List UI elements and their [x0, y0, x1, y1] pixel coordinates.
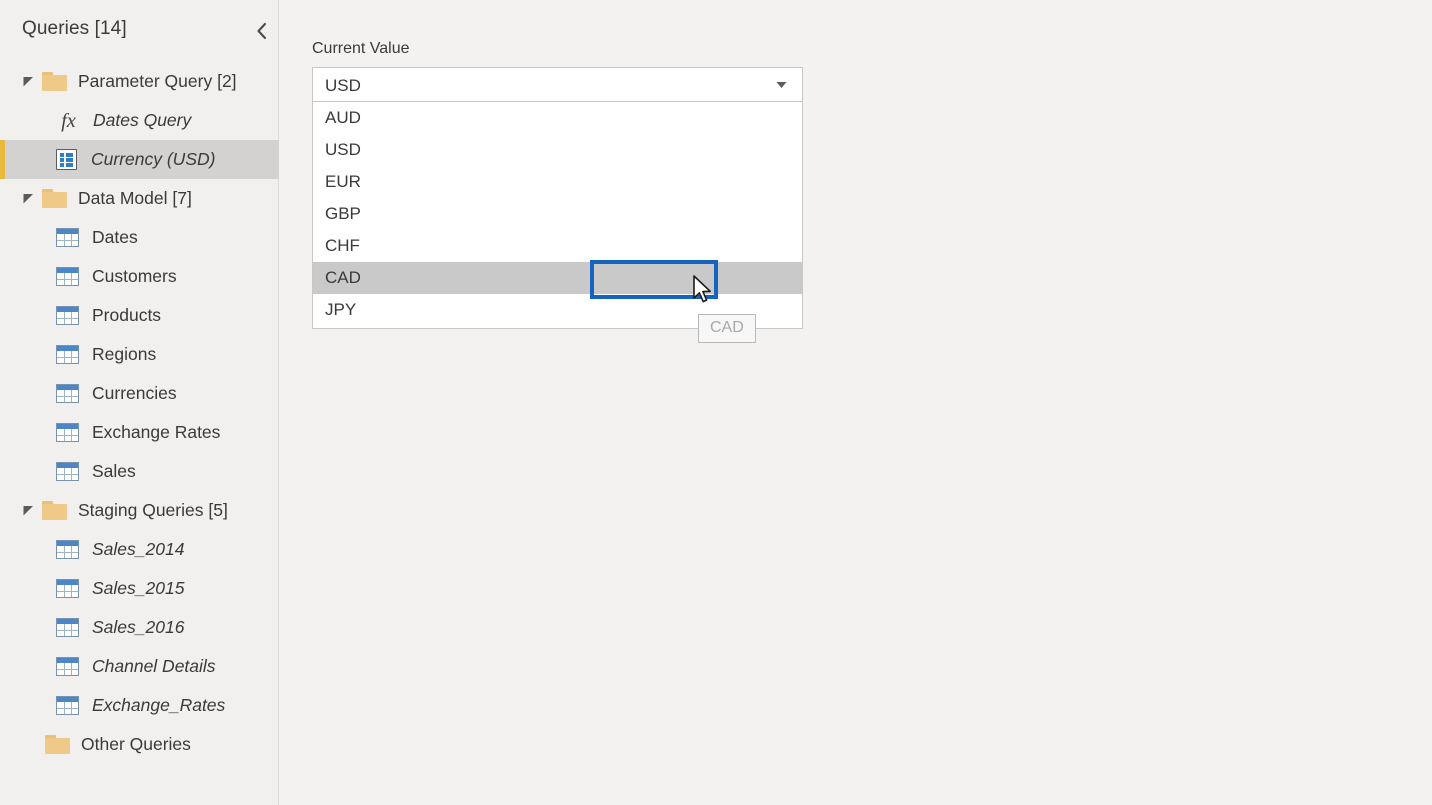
expand-triangle-icon[interactable] — [22, 192, 35, 205]
tree-item-label: Sales — [92, 460, 136, 481]
tree-group-label: Staging Queries [5] — [78, 499, 228, 520]
tree-group-label: Data Model [7] — [78, 187, 192, 208]
tree-item-label: Dates Query — [93, 109, 192, 130]
dropdown-option-aud[interactable]: AUD — [313, 102, 802, 134]
table-icon — [56, 345, 79, 364]
tree-item-label: Sales_2016 — [92, 616, 185, 637]
combobox-selected-value: USD — [325, 76, 361, 95]
table-icon — [56, 462, 79, 481]
table-icon — [56, 228, 79, 247]
dropdown-option-label: CAD — [325, 268, 361, 287]
folder-icon — [45, 735, 70, 754]
folder-icon — [42, 189, 67, 208]
tree-item-label: Customers — [92, 265, 177, 286]
table-icon — [56, 267, 79, 286]
parameter-main-panel: Current Value USD AUD USD EUR GBP CHF CAD JPY … — [280, 0, 1432, 805]
selection-accent-bar — [0, 140, 5, 179]
tree-item-sales[interactable]: Sales — [0, 452, 279, 491]
drag-tooltip: CAD — [698, 314, 756, 344]
table-icon — [56, 657, 79, 676]
tree-item-label: Exchange Rates — [92, 421, 221, 442]
queries-sidebar: Queries [14] Parameter Query [2] fx Dates … — [0, 0, 279, 805]
expand-triangle-icon[interactable] — [22, 75, 35, 88]
tree-item-label: Sales_2015 — [92, 577, 185, 598]
queries-tree: Parameter Query [2] fx Dates Query Currency… — [0, 62, 279, 764]
tree-item-exchange-rates[interactable]: Exchange Rates — [0, 413, 279, 452]
tree-group-staging-queries-5[interactable]: Staging Queries [5] — [0, 491, 279, 530]
table-icon — [56, 540, 79, 559]
tree-item-products[interactable]: Products — [0, 296, 279, 335]
table-icon — [56, 384, 79, 403]
dropdown-option-label: GBP — [325, 204, 361, 223]
tree-item-label: Dates — [92, 226, 138, 247]
table-icon — [56, 423, 79, 442]
fx-icon: fx — [61, 109, 76, 132]
dropdown-option-label: JPY — [325, 300, 357, 319]
tree-group-label: Other Queries — [81, 733, 191, 754]
dropdown-option-label: AUD — [325, 108, 361, 127]
tree-item-label: Products — [92, 304, 162, 325]
tree-item-regions[interactable]: Regions — [0, 335, 279, 374]
dropdown-option-label: USD — [325, 140, 361, 159]
tree-item-currency-usd[interactable]: Currency (USD) — [0, 140, 279, 179]
tree-item-label: Channel Details — [92, 655, 216, 676]
expand-triangle-icon[interactable] — [22, 504, 35, 517]
folder-icon — [42, 501, 67, 520]
parameter-icon — [56, 149, 77, 170]
tree-item-channel-details[interactable]: Channel Details — [0, 647, 279, 686]
tree-item-label: Currencies — [92, 382, 177, 403]
tree-item-dates[interactable]: Dates — [0, 218, 279, 257]
tree-item-label: Sales_2014 — [92, 538, 185, 559]
tree-item-sales-2015[interactable]: Sales_2015 — [0, 569, 279, 608]
tree-item-customers[interactable]: Customers — [0, 257, 279, 296]
tree-group-label: Parameter Query [2] — [78, 70, 237, 91]
tree-item-dates-query[interactable]: fx Dates Query — [0, 101, 279, 140]
current-value-label: Current Value — [312, 40, 410, 57]
drag-tooltip-label: CAD — [710, 319, 744, 336]
tree-group-parameter-query-2[interactable]: Parameter Query [2] — [0, 62, 279, 101]
tree-item-label: Regions — [92, 343, 157, 364]
dropdown-option-cad[interactable]: CAD — [313, 262, 802, 294]
table-icon — [56, 618, 79, 637]
tree-item-label: Currency (USD) — [91, 148, 216, 169]
tree-item-exchange-rates[interactable]: Exchange_Rates — [0, 686, 279, 725]
table-icon — [56, 696, 79, 715]
table-icon — [56, 579, 79, 598]
dropdown-option-label: EUR — [325, 172, 361, 191]
chevron-left-icon[interactable] — [248, 18, 276, 44]
tree-item-sales-2016[interactable]: Sales_2016 — [0, 608, 279, 647]
page-title: Queries [14] — [22, 18, 127, 39]
dropdown-option-chf[interactable]: CHF — [313, 230, 802, 262]
tree-group-other-queries[interactable]: Other Queries — [0, 725, 279, 764]
folder-icon — [42, 72, 67, 91]
dropdown-option-label: CHF — [325, 236, 360, 255]
sidebar-header: Queries [14] — [0, 0, 279, 58]
dropdown-option-usd[interactable]: USD — [313, 134, 802, 166]
dropdown-option-gbp[interactable]: GBP — [313, 198, 802, 230]
tree-group-data-model-7[interactable]: Data Model [7] — [0, 179, 279, 218]
tree-item-currencies[interactable]: Currencies — [0, 374, 279, 413]
currency-dropdown-list[interactable]: AUD USD EUR GBP CHF CAD JPY — [312, 102, 803, 329]
current-value-combobox[interactable]: USD — [312, 67, 803, 102]
table-icon — [56, 306, 79, 325]
chevron-down-icon[interactable] — [772, 68, 790, 101]
tree-item-sales-2014[interactable]: Sales_2014 — [0, 530, 279, 569]
dropdown-option-eur[interactable]: EUR — [313, 166, 802, 198]
tree-item-label: Exchange_Rates — [92, 694, 226, 715]
